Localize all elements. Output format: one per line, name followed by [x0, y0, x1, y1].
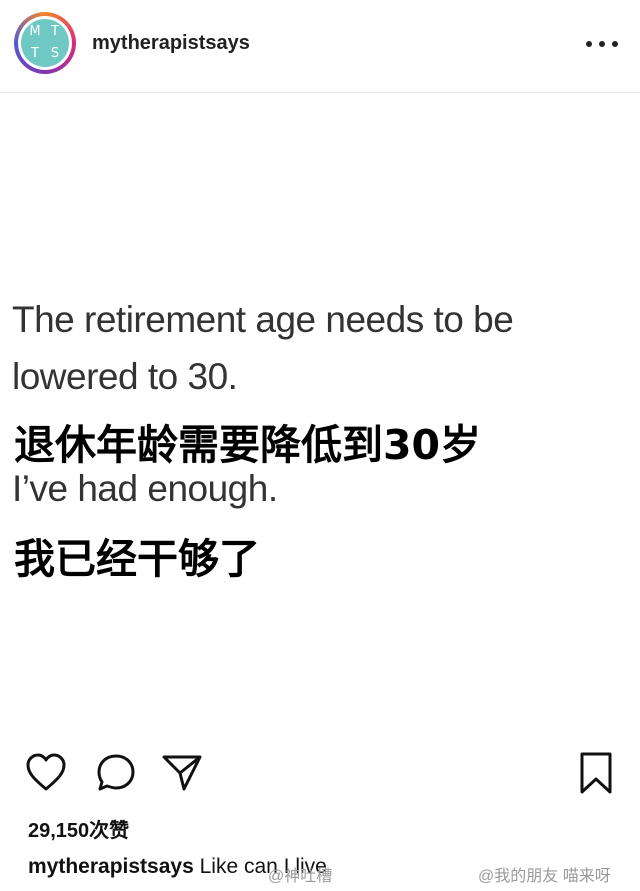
- avatar[interactable]: M T T S: [14, 12, 76, 74]
- action-bar: [0, 745, 640, 801]
- heart-icon[interactable]: [24, 751, 68, 795]
- send-icon[interactable]: [160, 751, 204, 795]
- post-image: The retirement age needs to be lowered t…: [0, 93, 640, 733]
- post-text-line-3: I’ve had enough.: [12, 468, 278, 509]
- comment-icon[interactable]: [94, 751, 138, 795]
- bookmark-icon[interactable]: [574, 751, 618, 795]
- post-text-chinese-1: 退休年龄需要降低到30岁: [14, 421, 482, 469]
- post-header: M T T S mytherapistsays: [0, 0, 640, 93]
- watermark-right: @我的朋友 喵来呀: [478, 868, 611, 885]
- post-text-line-2: lowered to 30.: [12, 356, 238, 397]
- caption-username[interactable]: mytherapistsays: [28, 855, 194, 878]
- avatar-logo: M T T S: [21, 19, 69, 67]
- post-text-chinese-2: 我已经干够了: [14, 535, 260, 583]
- more-options-icon[interactable]: [586, 32, 618, 56]
- post-text-line-1: The retirement age needs to be: [12, 299, 514, 340]
- header-username[interactable]: mytherapistsays: [92, 32, 250, 55]
- watermark-left: @神吐槽: [268, 868, 333, 885]
- like-count[interactable]: 29,150次赞: [28, 814, 129, 843]
